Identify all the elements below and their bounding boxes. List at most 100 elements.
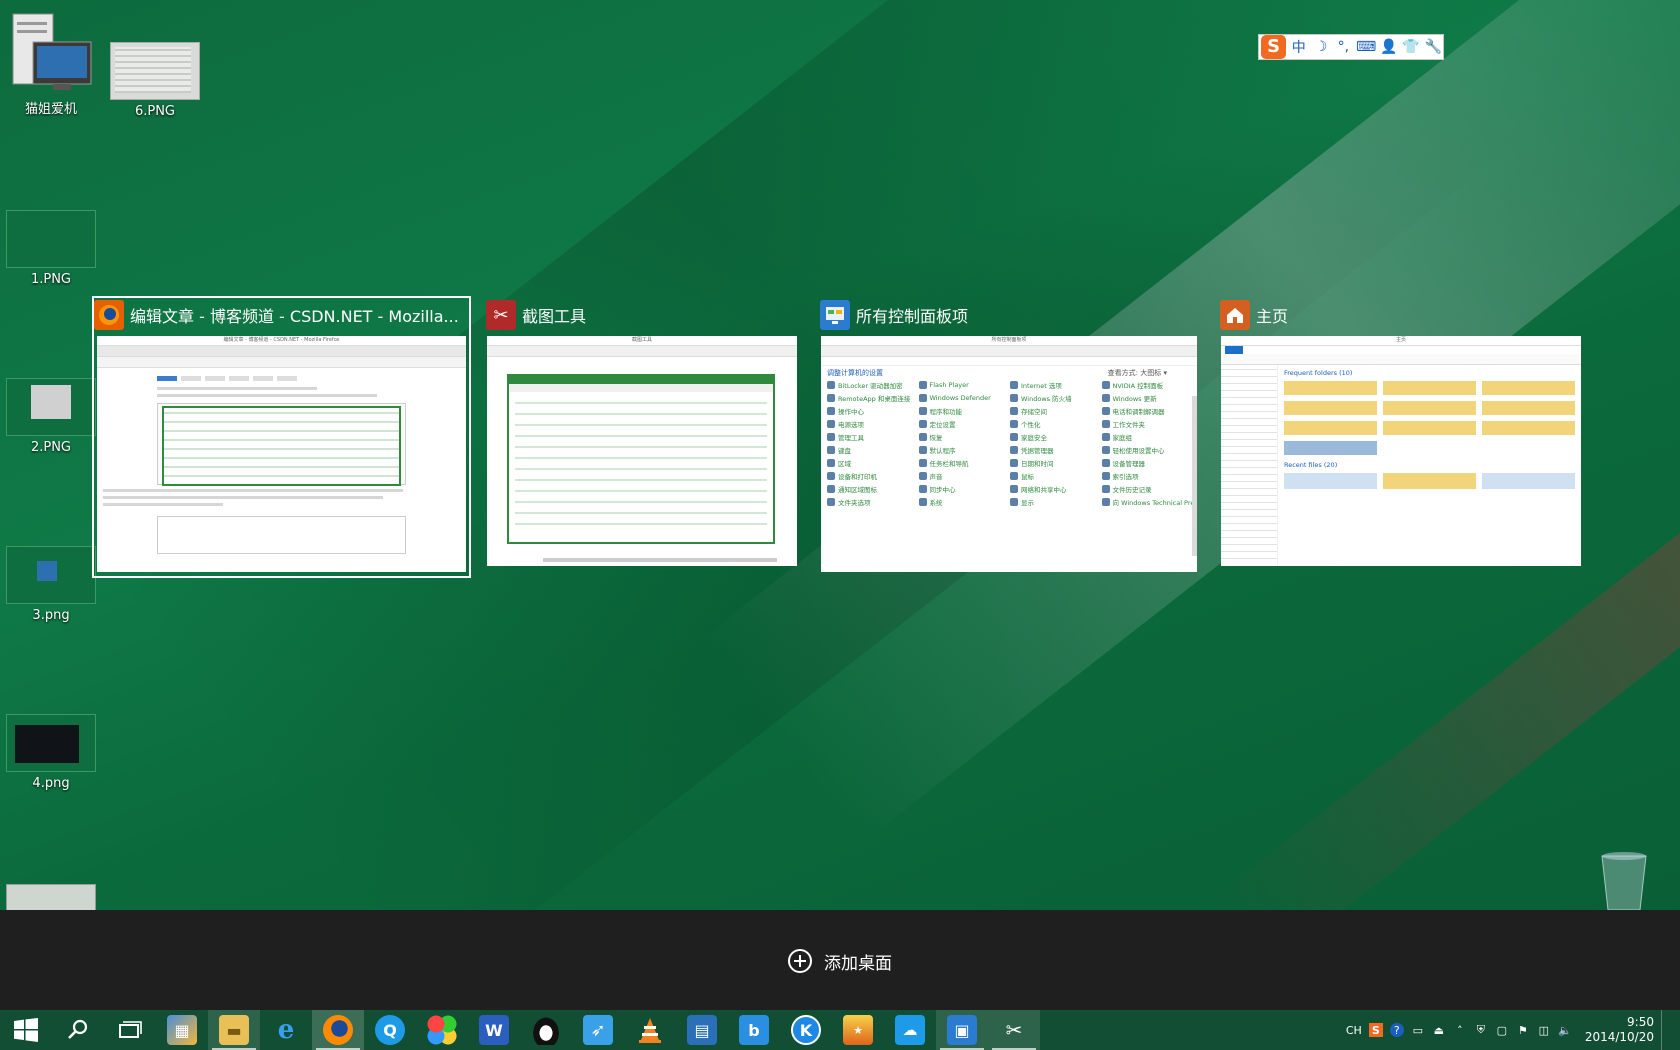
cp-item[interactable]: 键盘 bbox=[827, 445, 919, 455]
cp-item[interactable]: 轻松使用设置中心 bbox=[1101, 445, 1194, 455]
taskbar-app-vlc[interactable] bbox=[624, 1010, 676, 1050]
cp-item[interactable]: Windows 更新 bbox=[1101, 393, 1194, 403]
cp-item[interactable]: 管理工具 bbox=[827, 432, 919, 442]
taskbar-app-b[interactable]: b bbox=[728, 1010, 780, 1050]
cp-item[interactable]: 操作中心 bbox=[827, 406, 919, 416]
cp-item-label: 网络和共享中心 bbox=[1021, 486, 1067, 494]
taskbar-app-explorer[interactable]: ▬ bbox=[208, 1010, 260, 1050]
cp-item[interactable]: 家庭安全 bbox=[1010, 432, 1102, 442]
input-language-indicator[interactable]: CH bbox=[1346, 1024, 1362, 1037]
taskbar-app-q-browser[interactable]: Q bbox=[364, 1010, 416, 1050]
ime-keyboard-icon[interactable]: ⌨ bbox=[1356, 39, 1376, 55]
taskbar-app-cloud[interactable]: ☁ bbox=[884, 1010, 936, 1050]
taskbar-app-snipping-tool[interactable]: ✂ bbox=[988, 1010, 1040, 1050]
desktop-icon-3png[interactable]: 3.png bbox=[6, 546, 96, 623]
cp-item[interactable]: 设备和打印机 bbox=[827, 471, 919, 481]
taskbar-app-game[interactable]: ★ bbox=[832, 1010, 884, 1050]
taskbar-app-control-panel[interactable]: ▣ bbox=[936, 1010, 988, 1050]
taskbar-app-ie[interactable]: e bbox=[260, 1010, 312, 1050]
shield-icon[interactable]: ⛨ bbox=[1474, 1023, 1488, 1037]
cp-item[interactable]: 系统 bbox=[918, 497, 1011, 507]
taskbar-app-library[interactable]: ▦ bbox=[156, 1010, 208, 1050]
task-view-window-explorer[interactable]: 主页 主页 Frequent folders (10) Recent files… bbox=[1218, 296, 1584, 578]
help-icon[interactable]: ? bbox=[1389, 1023, 1404, 1037]
monitor-icon[interactable]: ▢ bbox=[1495, 1023, 1509, 1037]
taskbar-app-clover[interactable] bbox=[416, 1010, 468, 1050]
cp-item[interactable]: 电源选项 bbox=[827, 419, 919, 429]
desktop-icon-6png[interactable]: 6.PNG bbox=[110, 42, 200, 119]
cp-item[interactable]: 文件夹选项 bbox=[827, 497, 919, 507]
cp-item[interactable]: 鼠标 bbox=[1010, 471, 1102, 481]
film-icon: ▤ bbox=[687, 1015, 717, 1045]
cp-item[interactable]: 程序和功能 bbox=[918, 406, 1011, 416]
cp-item[interactable]: 凭据管理器 bbox=[1010, 445, 1102, 455]
start-button[interactable] bbox=[0, 1010, 52, 1050]
taskbar-app-film[interactable]: ▤ bbox=[676, 1010, 728, 1050]
ime-toolbar[interactable]: S 中 ☽ °, ⌨ 👤 👕 🔧 bbox=[1258, 34, 1444, 60]
ime-punctuation-icon[interactable]: °, bbox=[1334, 39, 1353, 55]
desktop-icon-2png[interactable]: 2.PNG bbox=[6, 378, 96, 455]
taskbar-app-qq[interactable] bbox=[520, 1010, 572, 1050]
ime-user-icon[interactable]: 👤 bbox=[1379, 39, 1398, 55]
desktop-icon-4png[interactable]: 4.png bbox=[6, 714, 96, 791]
taskbar-app-bird[interactable]: ➶ bbox=[572, 1010, 624, 1050]
cp-view-mode[interactable]: 查看方式: 大图标 ▾ bbox=[1108, 366, 1167, 380]
cp-item[interactable]: Internet 选项 bbox=[1010, 380, 1102, 390]
taskbar-app-firefox[interactable] bbox=[312, 1010, 364, 1050]
cp-item[interactable]: 显示 bbox=[1010, 497, 1102, 507]
desktop-icon-1png[interactable]: 1.PNG bbox=[6, 210, 96, 287]
network-icon[interactable]: ◫ bbox=[1537, 1023, 1551, 1037]
taskbar-app-k[interactable]: K bbox=[780, 1010, 832, 1050]
sogou-tray-icon[interactable]: S bbox=[1368, 1023, 1383, 1037]
cp-item[interactable]: 默认程序 bbox=[918, 445, 1011, 455]
cp-item[interactable]: 家庭组 bbox=[1101, 432, 1194, 442]
usb-icon[interactable]: ⏏ bbox=[1432, 1023, 1446, 1037]
cp-item[interactable]: 文件历史记录 bbox=[1101, 484, 1194, 494]
cp-item[interactable]: Windows 防火墙 bbox=[1010, 393, 1102, 403]
cp-item[interactable]: 任务栏和导航 bbox=[918, 458, 1011, 468]
cp-item[interactable]: NVIDIA 控制面板 bbox=[1101, 380, 1194, 390]
cp-item[interactable]: 索引选项 bbox=[1101, 471, 1194, 481]
cp-item[interactable]: 工作文件夹 bbox=[1101, 419, 1194, 429]
desktop-icon-partial[interactable] bbox=[6, 884, 96, 912]
cp-item[interactable]: 定位设置 bbox=[918, 419, 1011, 429]
cp-item[interactable]: 电话和调制解调器 bbox=[1101, 406, 1194, 416]
cp-item[interactable]: 存储空间 bbox=[1010, 406, 1102, 416]
cp-item[interactable]: 设备管理器 bbox=[1101, 458, 1194, 468]
show-desktop-button[interactable] bbox=[1661, 1010, 1668, 1050]
cp-item[interactable]: BitLocker 驱动器加密 bbox=[827, 380, 919, 390]
cp-item[interactable]: 网络和共享中心 bbox=[1010, 484, 1102, 494]
task-view-window-control-panel[interactable]: 所有控制面板项 所有控制面板项 调整计算机的设置 查看方式: 大图标 ▾ Bit… bbox=[818, 296, 1200, 578]
cp-item[interactable]: 日期和时间 bbox=[1010, 458, 1102, 468]
cp-item[interactable]: Windows Defender bbox=[918, 393, 1011, 403]
cp-item[interactable]: 向 Windows Technical Preview 添加功能 bbox=[1101, 497, 1193, 507]
desktop-icon-computer[interactable]: 猫姐爱机 bbox=[6, 12, 96, 117]
volume-icon[interactable]: 🔈 bbox=[1558, 1023, 1572, 1037]
cp-item[interactable]: 通知区域图标 bbox=[827, 484, 919, 494]
cp-item[interactable]: 同步中心 bbox=[918, 484, 1011, 494]
add-desktop-button[interactable]: 添加桌面 bbox=[788, 946, 892, 976]
frequent-folders-header[interactable]: Frequent folders (10) bbox=[1284, 369, 1575, 377]
cp-item[interactable]: Flash Player bbox=[918, 380, 1011, 390]
search-button[interactable] bbox=[52, 1010, 104, 1050]
clock[interactable]: 9:50 2014/10/20 bbox=[1585, 1015, 1654, 1045]
task-view-window-snipping-tool[interactable]: ✂ 截图工具 截图工具 bbox=[484, 296, 800, 578]
taskbar-app-wps[interactable]: W bbox=[468, 1010, 520, 1050]
ime-skin-icon[interactable]: 👕 bbox=[1401, 39, 1420, 55]
cp-item[interactable]: 恢复 bbox=[918, 432, 1011, 442]
sogou-logo-icon[interactable]: S bbox=[1261, 35, 1287, 59]
cp-item[interactable]: 个性化 bbox=[1010, 419, 1102, 429]
recent-files-header[interactable]: Recent files (20) bbox=[1284, 461, 1575, 469]
chevron-up-icon[interactable]: ˄ bbox=[1453, 1023, 1467, 1037]
ime-tools-icon[interactable]: 🔧 bbox=[1424, 39, 1443, 55]
ime-chinese-mode[interactable]: 中 bbox=[1289, 37, 1308, 57]
task-view-window-firefox[interactable]: 编辑文章 - 博客频道 - CSDN.NET - Mozilla... 编辑文章… bbox=[92, 296, 472, 578]
display-icon[interactable]: ▭ bbox=[1411, 1023, 1425, 1037]
cp-item[interactable]: 声音 bbox=[918, 471, 1011, 481]
cp-item[interactable]: 区域 bbox=[827, 458, 919, 468]
recycle-bin-icon[interactable] bbox=[1588, 850, 1660, 911]
task-view-button[interactable] bbox=[104, 1010, 156, 1050]
flag-icon[interactable]: ⚑ bbox=[1516, 1023, 1530, 1037]
ime-halfwidth-icon[interactable]: ☽ bbox=[1311, 39, 1330, 55]
cp-item[interactable]: RemoteApp 和桌面连接 bbox=[827, 393, 919, 403]
